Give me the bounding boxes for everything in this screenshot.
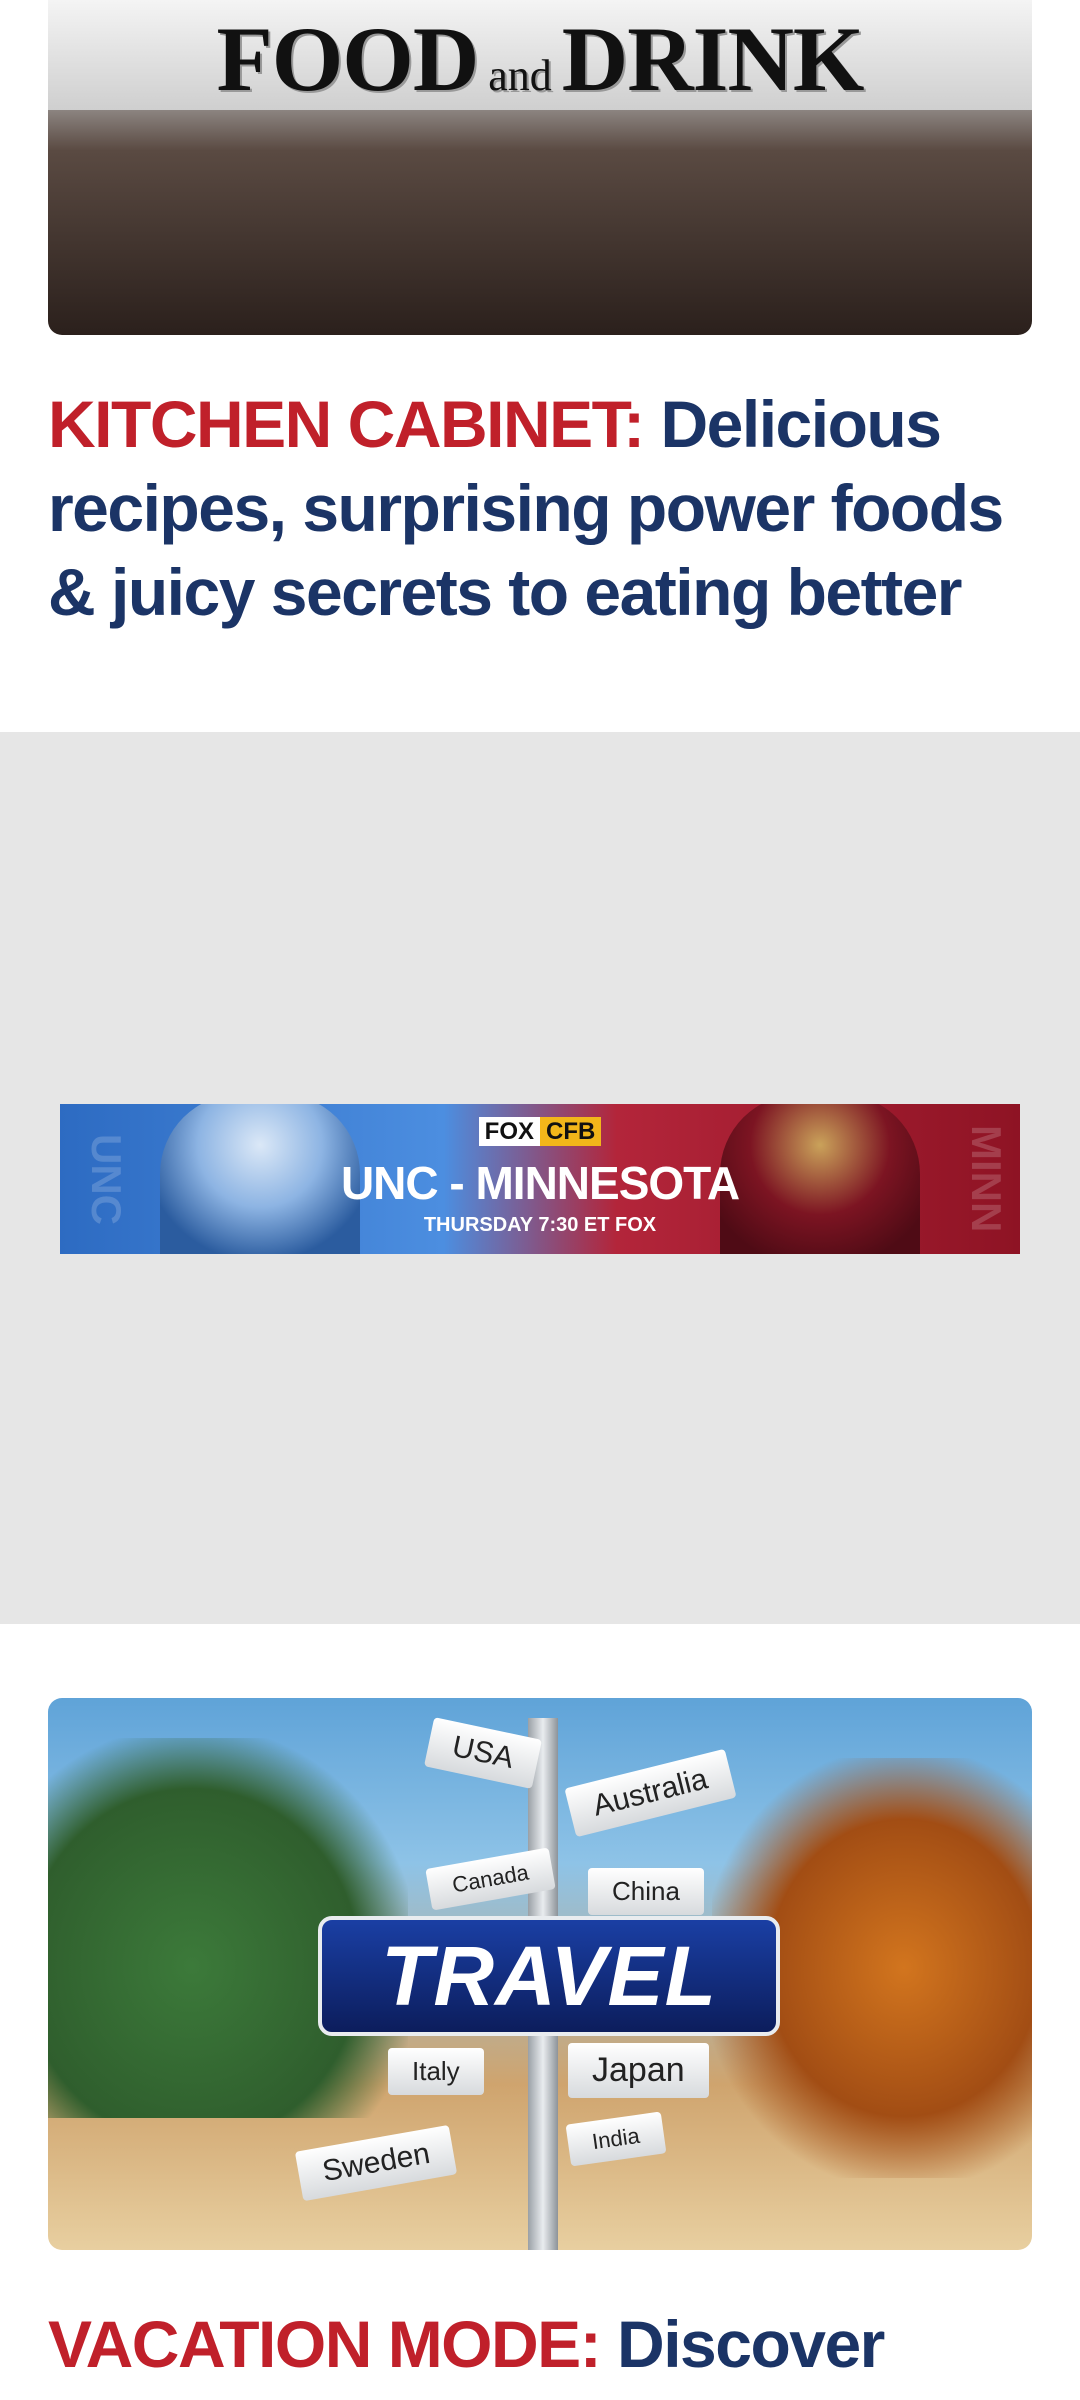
fox-cfb-logo: FOX CFB bbox=[60, 1117, 1020, 1146]
sign-india: India bbox=[565, 2111, 667, 2167]
food-and-drink-logo: FOOD and DRINK bbox=[48, 6, 1032, 112]
vacation-mode-headline[interactable]: VACATION MODE: Discover bbox=[48, 2302, 1032, 2386]
ad-schedule: THURSDAY 7:30 ET FOX bbox=[423, 1214, 657, 1236]
advertisement-slot: UNC MINN FOX CFB UNC - MINNESOTA THURSDAY… bbox=[0, 732, 1080, 1624]
ad-matchup: UNC - MINNESOTA bbox=[340, 1157, 740, 1209]
sign-china: China bbox=[588, 1868, 704, 1915]
headline-kicker: VACATION MODE: bbox=[48, 2307, 602, 2381]
sign-italy: Italy bbox=[388, 2048, 484, 2095]
travel-image[interactable]: USA Australia Canada China Italy Japan I… bbox=[48, 1698, 1032, 2250]
headline-title: Discover bbox=[617, 2307, 885, 2381]
food-and-drink-image[interactable]: FOOD and DRINK bbox=[48, 0, 1032, 335]
sign-sweden: Sweden bbox=[294, 2124, 458, 2202]
logo-word-and: and bbox=[488, 51, 552, 100]
sign-australia: Australia bbox=[564, 1748, 737, 1838]
travel-title-badge: TRAVEL bbox=[318, 1916, 780, 2036]
sign-usa: USA bbox=[424, 1717, 542, 1789]
logo-word-food: FOOD bbox=[216, 8, 480, 110]
fox-logo-text: FOX bbox=[478, 1117, 540, 1146]
kitchen-cabinet-headline[interactable]: KITCHEN CABINET: Delicious recipes, surp… bbox=[48, 382, 1032, 634]
fox-cfb-ad-banner[interactable]: UNC MINN FOX CFB UNC - MINNESOTA THURSDAY… bbox=[60, 1104, 1020, 1254]
sign-japan: Japan bbox=[568, 2043, 709, 2098]
headline-kicker: KITCHEN CABINET: bbox=[48, 387, 645, 461]
logo-word-drink: DRINK bbox=[561, 8, 865, 110]
cfb-logo-text: CFB bbox=[540, 1117, 602, 1146]
